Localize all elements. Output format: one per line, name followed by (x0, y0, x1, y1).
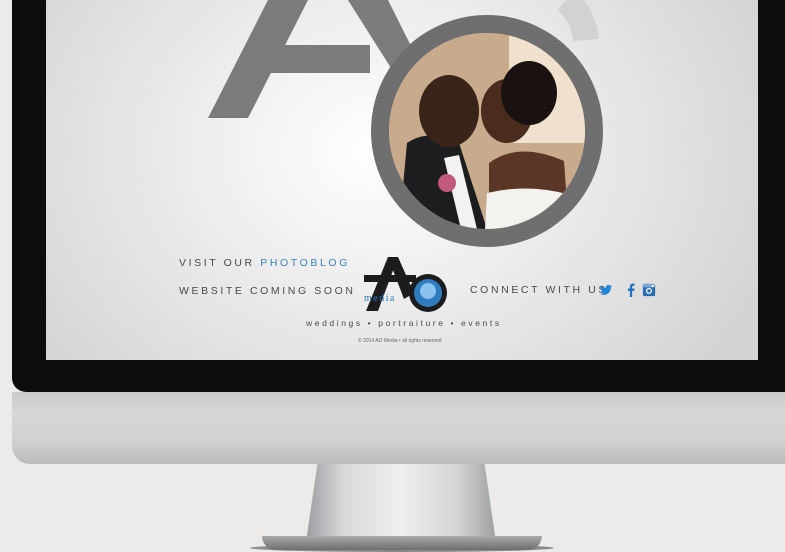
logo-media-text: media (364, 293, 396, 304)
copyright-notice: © 2014 AO Media • all rights reserved (358, 338, 442, 344)
monitor-stand-foot (262, 536, 542, 550)
monitor-chin (12, 392, 785, 464)
monogram-o-arc (556, 0, 599, 42)
tagline: weddings • portraiture • events (306, 318, 502, 328)
website-screen: VISIT OUR PHOTOBLOG WEBSITE COMING SOON … (46, 0, 758, 360)
ao-media-logo[interactable] (364, 253, 450, 313)
photo-frame-ring (371, 15, 603, 247)
photo-groom-head (419, 75, 479, 147)
photo-bride-hair (501, 61, 557, 125)
connect-with-us: CONNECT WITH US (470, 284, 608, 296)
facebook-icon[interactable] (624, 283, 638, 297)
couple-photo (389, 33, 585, 229)
twitter-icon[interactable] (599, 283, 613, 297)
logo-a-bar (364, 275, 416, 282)
visit-prefix: VISIT OUR (179, 257, 261, 269)
website-coming-soon: WEBSITE COMING SOON (179, 285, 356, 297)
photoblog-link[interactable]: PHOTOBLOG (260, 257, 350, 269)
photo-boutonniere (438, 174, 456, 192)
visit-photoblog[interactable]: VISIT OUR PHOTOBLOG (179, 257, 350, 269)
instagram-icon[interactable] (642, 283, 656, 297)
monogram-a-crossbar (252, 45, 370, 73)
monitor-stand-neck (306, 464, 496, 542)
logo-o-highlight (420, 283, 436, 299)
